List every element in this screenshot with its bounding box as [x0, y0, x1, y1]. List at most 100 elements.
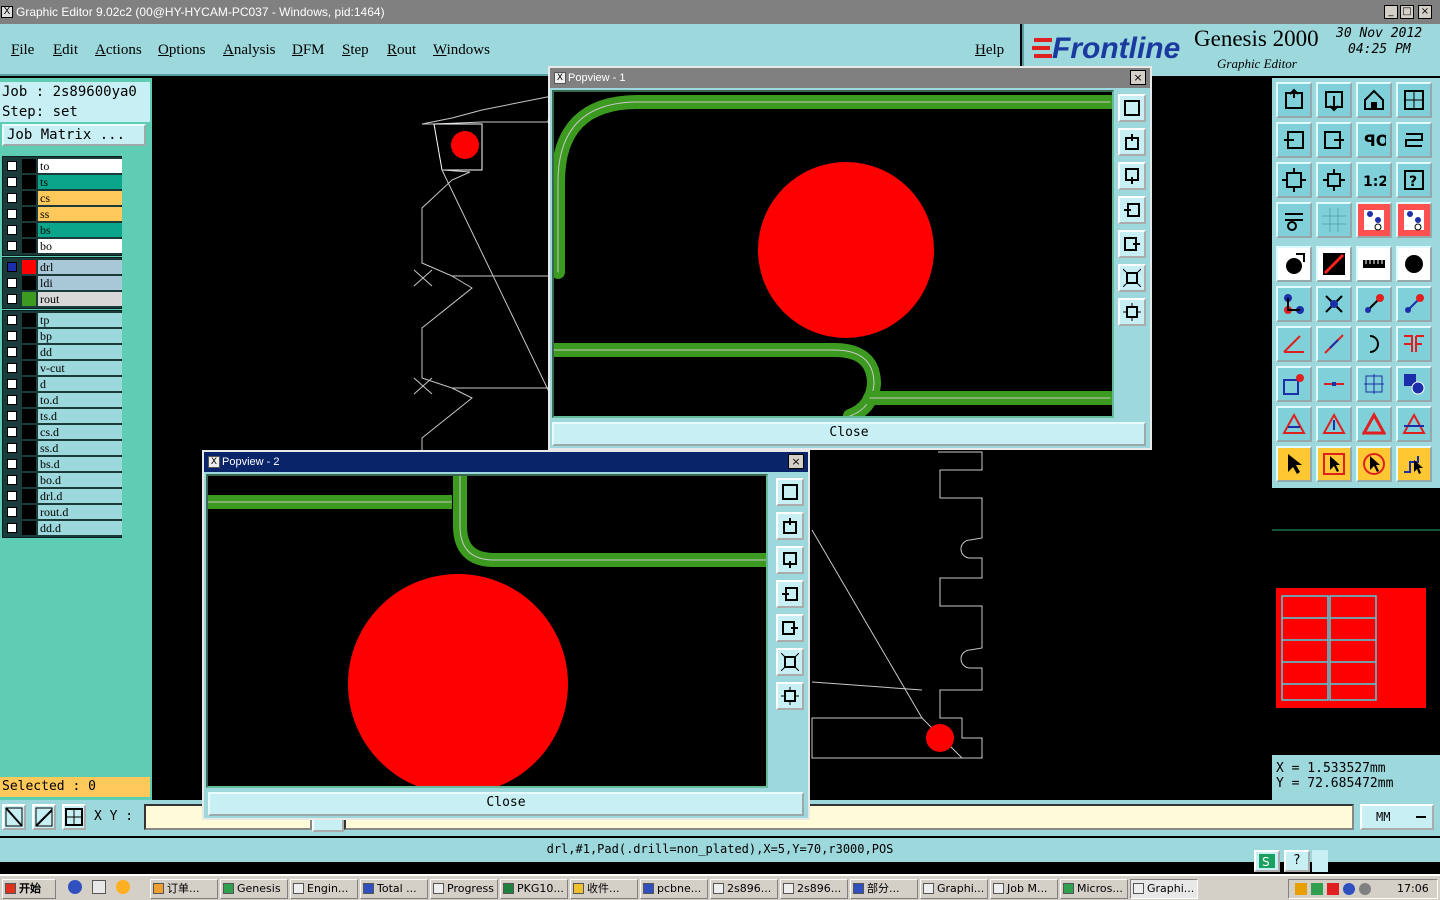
- draw-icon[interactable]: [32, 804, 56, 830]
- maximize-button[interactable]: □: [1400, 5, 1414, 19]
- scale-1to2-button[interactable]: 1:2: [1356, 162, 1392, 198]
- triangle-edit-button[interactable]: [1356, 406, 1392, 442]
- layer-row[interactable]: bo.d: [4, 472, 122, 488]
- menu-options[interactable]: Options: [158, 42, 206, 59]
- menu-edit[interactable]: Edit: [53, 42, 78, 59]
- layer-row[interactable]: ts.d: [4, 408, 122, 424]
- popview-2-close-button[interactable]: Close: [208, 792, 804, 816]
- sync-icon[interactable]: S: [1254, 850, 1280, 872]
- layer-row-ts[interactable]: ts: [4, 174, 122, 190]
- layer-checkbox[interactable]: [7, 491, 17, 501]
- pan-left-button[interactable]: [1276, 122, 1312, 158]
- close-window-button[interactable]: ×: [1418, 5, 1432, 19]
- zoom-down-button[interactable]: [1316, 82, 1352, 118]
- extend-node-button[interactable]: [1396, 286, 1432, 322]
- drill-pad-bottom[interactable]: [926, 724, 954, 752]
- layer-checkbox[interactable]: [7, 507, 17, 517]
- snap-button[interactable]: [1356, 202, 1392, 238]
- tray-icon[interactable]: [1295, 883, 1307, 895]
- layer-checkbox[interactable]: [7, 427, 17, 437]
- redraw-button[interactable]: [1396, 122, 1432, 158]
- menu-actions[interactable]: Actions: [95, 42, 142, 59]
- popview-pan-up-icon[interactable]: [776, 512, 804, 540]
- layer-row[interactable]: dd.d: [4, 520, 122, 536]
- quicklaunch-icon[interactable]: [116, 880, 130, 894]
- popview-2-close-icon[interactable]: ×: [788, 454, 804, 469]
- measure-button[interactable]: [1356, 366, 1392, 402]
- slope-button[interactable]: [1316, 326, 1352, 362]
- taskbar-item-3[interactable]: Total ...: [360, 879, 428, 899]
- layer-row-rout[interactable]: rout: [4, 291, 122, 307]
- popview-2-canvas[interactable]: [206, 474, 768, 794]
- connect-button[interactable]: [1396, 202, 1432, 238]
- home-view-button[interactable]: [1356, 82, 1392, 118]
- layer-checkbox[interactable]: [7, 379, 17, 389]
- popview-zoom-in-icon[interactable]: [776, 682, 804, 710]
- menu-rout[interactable]: Rout: [387, 42, 416, 59]
- layer-checkbox[interactable]: [7, 294, 17, 304]
- select-node-button[interactable]: [1276, 286, 1312, 322]
- horizontal-line-button[interactable]: [1316, 366, 1352, 402]
- layer-row-ss[interactable]: ss: [4, 206, 122, 222]
- layer-row-ldi[interactable]: ldi: [4, 275, 122, 291]
- layer-checkbox[interactable]: [7, 193, 17, 203]
- popview-zoom-in-icon[interactable]: [1118, 298, 1146, 326]
- zoom-fit-button[interactable]: [1276, 162, 1312, 198]
- window-view-button[interactable]: [1396, 82, 1432, 118]
- layer-checkbox[interactable]: [7, 262, 17, 272]
- taskbar-item-1[interactable]: Genesis: [220, 879, 288, 899]
- menu-windows[interactable]: Windows: [433, 42, 490, 59]
- triangle-move-button[interactable]: [1316, 406, 1352, 442]
- layer-row[interactable]: bs.d: [4, 456, 122, 472]
- layer-row[interactable]: tp: [4, 312, 122, 328]
- layer-checkbox[interactable]: [7, 161, 17, 171]
- layer-row[interactable]: cs.d: [4, 424, 122, 440]
- pointer-circle-button[interactable]: [1356, 446, 1392, 482]
- grid-snap-icon[interactable]: [62, 804, 86, 830]
- taskbar-item-5[interactable]: PKG10...: [500, 879, 568, 899]
- layer-checkbox[interactable]: [7, 241, 17, 251]
- popview-1-close-button[interactable]: Close: [552, 422, 1146, 446]
- delete-node-button[interactable]: [1316, 286, 1352, 322]
- pointer-path-button[interactable]: [1396, 446, 1432, 482]
- popview-zoom-out-icon[interactable]: [776, 648, 804, 676]
- layer-row[interactable]: drl.d: [4, 488, 122, 504]
- taskbar-item-8[interactable]: 2s896...: [710, 879, 778, 899]
- layer-checkbox[interactable]: [7, 331, 17, 341]
- layer-checkbox[interactable]: [7, 411, 17, 421]
- menu-dfm[interactable]: DFM: [292, 42, 325, 59]
- layer-checkbox[interactable]: [7, 347, 17, 357]
- popview-pan-right-icon[interactable]: [776, 614, 804, 642]
- layer-row-to[interactable]: to: [4, 158, 122, 174]
- help-icon[interactable]: ?: [1284, 850, 1310, 872]
- taskbar-item-4[interactable]: Progress: [430, 879, 498, 899]
- layer-checkbox[interactable]: [7, 475, 17, 485]
- layer-row[interactable]: rout.d: [4, 504, 122, 520]
- taskbar-item-13[interactable]: Micros...: [1060, 879, 1128, 899]
- layer-checkbox[interactable]: [7, 315, 17, 325]
- popview-pan-right-icon[interactable]: [1118, 230, 1146, 258]
- layer-row[interactable]: to.d: [4, 392, 122, 408]
- layer-row-drl[interactable]: drl: [4, 259, 122, 275]
- popview-zoom-window-icon[interactable]: [1118, 94, 1146, 122]
- tray-icon[interactable]: [1327, 883, 1339, 895]
- start-button[interactable]: 开始: [2, 879, 56, 899]
- layer-row-bs[interactable]: bs: [4, 222, 122, 238]
- popview-zoom-out-icon[interactable]: [1118, 264, 1146, 292]
- taskbar-item-0[interactable]: 订单...: [150, 879, 218, 899]
- layer-checkbox[interactable]: [7, 443, 17, 453]
- layer-checkbox[interactable]: [7, 177, 17, 187]
- menu-step[interactable]: Step: [342, 42, 369, 59]
- layer-row-cs[interactable]: cs: [4, 190, 122, 206]
- tray-icon[interactable]: [1359, 883, 1371, 895]
- triangle-arc-button[interactable]: [1396, 406, 1432, 442]
- grid-button[interactable]: [1316, 202, 1352, 238]
- popview-1-close-icon[interactable]: ×: [1130, 70, 1146, 85]
- popview-pan-down-icon[interactable]: [776, 546, 804, 574]
- zoom-area-icon[interactable]: [2, 804, 26, 830]
- zoom-home-button[interactable]: [1276, 82, 1312, 118]
- taskbar-item-2[interactable]: Engin...: [290, 879, 358, 899]
- tray-icon[interactable]: [1311, 883, 1323, 895]
- desktop-icon[interactable]: [92, 880, 106, 894]
- layer-checkbox[interactable]: [7, 363, 17, 373]
